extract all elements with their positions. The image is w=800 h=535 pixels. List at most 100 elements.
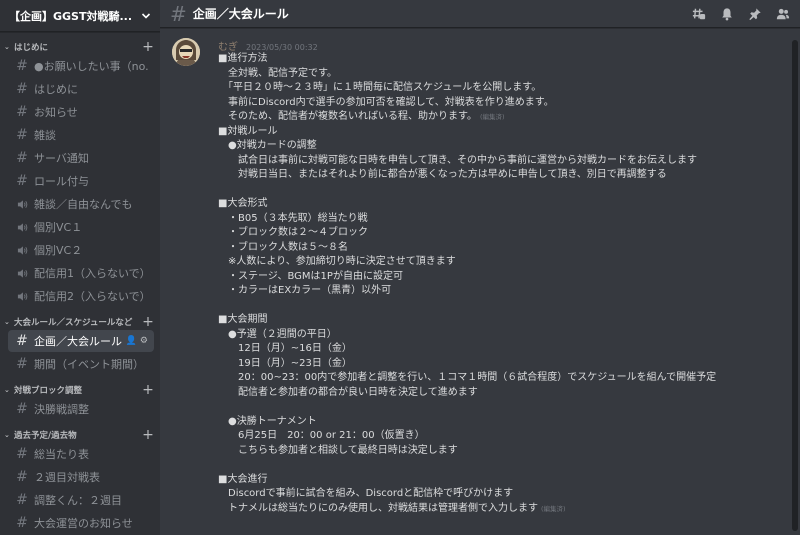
channel-item[interactable]: # サーバ通知	[8, 147, 154, 169]
chevron-down-icon: ⌄	[4, 431, 10, 439]
invite-icon[interactable]: 👤	[126, 336, 137, 346]
message-text: ・B05（３本先取）総当たり戦	[218, 212, 368, 224]
hash-icon: #	[16, 492, 28, 508]
hash-icon: #	[16, 173, 28, 189]
message-line: ■対戦ルール	[218, 125, 790, 140]
message-text: 6月25日 20：00 or 21：00（仮置き）	[218, 430, 425, 441]
scrollbar-thumb[interactable]	[792, 40, 798, 531]
bell-icon[interactable]	[720, 7, 734, 21]
author-name[interactable]: むぎ	[218, 38, 238, 53]
message-text: 19日（月）~23日（金）	[218, 357, 352, 369]
category-header[interactable]: ⌄ 過去予定/過去物 +	[0, 428, 160, 442]
message-text: 試合日は事前に対戦可能な日時を申告して頂き、その中から事前に運営から対戦カードを…	[218, 154, 697, 166]
hash-icon: #	[16, 81, 28, 97]
speaker-icon	[14, 222, 30, 233]
message-header: むぎ 2023/05/30 00:32	[218, 38, 790, 53]
channel-sidebar: 【企画】GGST対戦騎... ⌄ はじめに + # ●お願いしたい事（no... # はじめ…	[0, 0, 160, 535]
message-line: 6月25日 20：00 or 21：00（仮置き）	[218, 429, 790, 444]
category-label: 対戦ブロック調整	[14, 386, 83, 396]
channel-item[interactable]: # ロール付与	[8, 170, 154, 192]
channel-label: ２週目対戦表	[34, 471, 100, 484]
edited-label: (編集済)	[541, 504, 566, 513]
message-text: ・ステージ、BGMは1Pが自由に設定可	[218, 270, 403, 282]
message-line: ■大会期間	[218, 313, 790, 328]
message-text: Discordで事前に試合を組み、Discordと配信枠で呼びかけます	[218, 488, 514, 499]
message-line: 20：00~23：00内で参加者と調整を行い、１コマ１時間（６試合程度）でスケジ…	[218, 371, 790, 386]
message-line: 全対戦、配信予定です。	[218, 67, 790, 82]
category-header[interactable]: ⌄ はじめに +	[0, 40, 160, 54]
header-toolbar	[692, 7, 790, 21]
chevron-down-icon[interactable]	[140, 10, 152, 22]
message-line: そのため、配信者が複数名いればいる程、助かります。 (編集済)	[218, 110, 790, 125]
speaker-icon	[14, 199, 30, 210]
server-header[interactable]: 【企画】GGST対戦騎...	[0, 0, 160, 32]
speaker-icon	[14, 245, 30, 256]
add-channel-icon[interactable]: +	[142, 40, 154, 54]
channel-label: 決勝戦調整	[34, 403, 89, 416]
avatar[interactable]	[172, 38, 200, 66]
category-header[interactable]: ⌄ 大会ルール／スケジュールなど +	[0, 315, 160, 329]
threads-icon[interactable]	[692, 7, 706, 21]
message-line: ・B05（３本先取）総当たり戦	[218, 212, 790, 227]
channel-item[interactable]: 配信用1（入らないで）	[8, 262, 154, 284]
chevron-down-icon: ⌄	[4, 318, 10, 326]
message-line: Discordで事前に試合を組み、Discordと配信枠で呼びかけます	[218, 487, 790, 502]
message-text: こちらも参加者と相談して最終日時は決定します	[218, 444, 458, 456]
channel-item[interactable]: 雑談／自由なんでも	[8, 193, 154, 215]
hash-icon: #	[16, 127, 28, 143]
message-text: 事前にDiscord内で選手の参加可否を確認して、対戦表を作り進めます。	[218, 96, 554, 108]
channel-label: 調整くん：２週目	[34, 494, 122, 507]
channel-item[interactable]: # ●お願いしたい事（no...	[8, 55, 154, 77]
add-channel-icon[interactable]: +	[142, 383, 154, 397]
message-text: ・カラーはEXカラー（黒青）以外可	[218, 285, 392, 296]
channel-item[interactable]: # 大会運営のお知らせ	[8, 512, 154, 534]
channel-item[interactable]: 配信用2（入らないで）	[8, 285, 154, 307]
channel-item[interactable]: # 総当たり表	[8, 443, 154, 465]
channel-label: 個別VC１	[34, 221, 83, 234]
hash-icon: #	[16, 446, 28, 462]
channel-item[interactable]: # はじめに	[8, 78, 154, 100]
message-line: 事前にDiscord内で選手の参加可否を確認して、対戦表を作り進めます。	[218, 96, 790, 111]
hash-icon: #	[170, 1, 187, 26]
channel-item[interactable]: #２週目対戦表	[8, 466, 154, 488]
channel-label: ロール付与	[34, 175, 89, 188]
edited-label: (編集済)	[480, 113, 505, 121]
message-text: 20：00~23：00内で参加者と調整を行い、１コマ１時間（６試合程度）でスケジ…	[218, 372, 717, 383]
channel-item[interactable]: # 期間（イベント期間）	[8, 353, 154, 375]
category-label: 過去予定/過去物	[14, 431, 77, 441]
hash-icon: #	[16, 58, 28, 74]
channel-item[interactable]: # 決勝戦調整	[8, 398, 154, 420]
channel-item[interactable]: # 雑談	[8, 124, 154, 146]
chevron-down-icon: ⌄	[4, 386, 10, 394]
channel-label: 個別VC２	[34, 244, 83, 257]
message-list: むぎ 2023/05/30 00:32 ■進行方法 全対戦、配信予定です。 「平…	[160, 36, 790, 535]
add-channel-icon[interactable]: +	[142, 315, 154, 329]
category-header[interactable]: ⌄ 対戦ブロック調整 +	[0, 383, 160, 397]
members-icon[interactable]	[776, 7, 790, 21]
gear-icon[interactable]: ⚙	[140, 336, 148, 346]
channel-item[interactable]: # 調整くん：２週目	[8, 489, 154, 511]
chat-area: # 企画／大会ルール むぎ 2023/05/30 00:32 ■進行方法 全対戦…	[160, 0, 800, 535]
pin-icon[interactable]	[748, 7, 762, 21]
channel-item[interactable]: 個別VC２	[8, 239, 154, 261]
channel-label: 総当たり表	[34, 448, 89, 461]
add-channel-icon[interactable]: +	[142, 428, 154, 442]
scrollbar[interactable]	[792, 40, 798, 531]
message-line: 12日（月）~16日（金）	[218, 342, 790, 357]
message-line: 試合日は事前に対戦可能な日時を申告して頂き、その中から事前に運営から対戦カードを…	[218, 154, 790, 169]
channel-label: 配信用2（入らないで）	[34, 290, 148, 303]
message-line: ●対戦カードの調整	[218, 139, 790, 154]
channel-label: ●お願いしたい事（no...	[34, 60, 148, 73]
message-line: 19日（月）~23日（金）	[218, 357, 790, 372]
channel-item[interactable]: 個別VC１	[8, 216, 154, 238]
channel-item[interactable]: # お知らせ	[8, 101, 154, 123]
channel-item[interactable]: # 企画／大会ルール 👤 ⚙	[8, 330, 154, 352]
message-line: ・カラーはEXカラー（黒青）以外可	[218, 284, 790, 299]
channel-list: ⌄ はじめに + # ●お願いしたい事（no... # はじめに # お知らせ # 雑談 # サーバ通知…	[0, 40, 160, 534]
channel-label: 期間（イベント期間）	[34, 358, 144, 371]
message-line: ●決勝トーナメント	[218, 415, 790, 430]
channel-title: 企画／大会ルール	[192, 7, 289, 21]
